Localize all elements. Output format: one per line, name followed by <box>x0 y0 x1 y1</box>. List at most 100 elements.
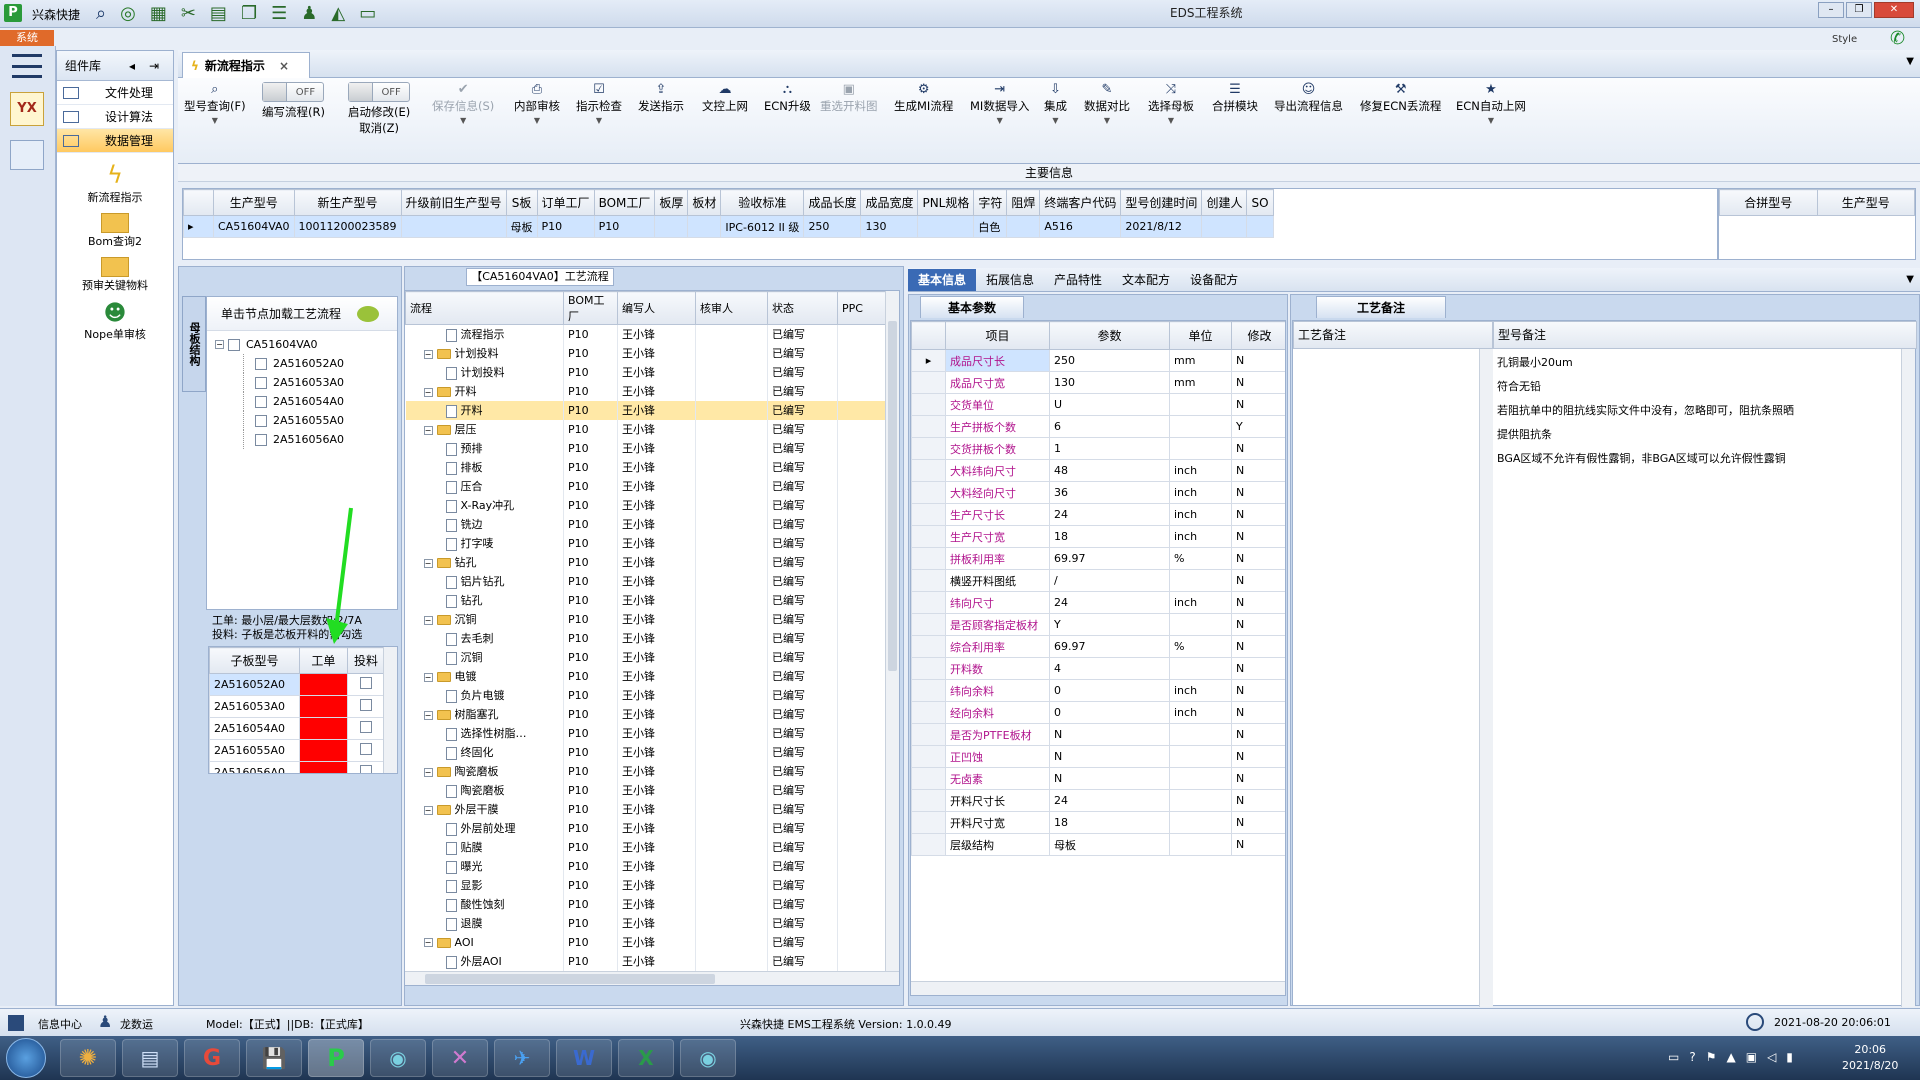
main-info-col-header[interactable]: 终端客户代码 <box>1039 189 1122 216</box>
taskbar-app-notes[interactable]: ▤ <box>122 1039 178 1077</box>
phone-icon[interactable]: ✆ <box>1890 28 1905 49</box>
chart-icon[interactable]: ◭ <box>331 3 345 24</box>
globe-icon[interactable]: ◎ <box>120 3 136 24</box>
flow-reviewer-cell[interactable] <box>695 381 768 401</box>
row-indicator[interactable] <box>911 833 946 856</box>
flow-writer-cell[interactable]: 王小锋 <box>617 951 696 971</box>
param-value-cell[interactable]: 0 <box>1049 679 1170 702</box>
flow-status-cell[interactable]: 已编写 <box>767 609 838 629</box>
flow-name-cell[interactable]: 计划投料 <box>405 362 564 382</box>
param-modify-cell[interactable]: N <box>1231 723 1285 746</box>
param-value-cell[interactable]: / <box>1049 569 1170 592</box>
flow-row[interactable]: 铣边 P10 王小锋 已编写 <box>405 514 888 534</box>
data-compare-button[interactable]: ✎ 数据对比 ▼ <box>1084 82 1130 125</box>
main-info-cell[interactable]: A516 <box>1039 215 1122 238</box>
param-row[interactable]: 横竖开料图纸 / N <box>911 569 1285 592</box>
flow-reviewer-cell[interactable] <box>695 761 768 781</box>
network-icon[interactable]: ▣ <box>1746 1050 1757 1064</box>
param-row[interactable]: 纬向尺寸 24 inch N <box>911 591 1285 614</box>
flow-row[interactable]: 沉铜 P10 王小锋 已编写 <box>405 647 888 667</box>
flow-reviewer-cell[interactable] <box>695 685 768 705</box>
flow-status-cell[interactable]: 已编写 <box>767 685 838 705</box>
flow-ppc-cell[interactable] <box>837 628 888 648</box>
flow-reviewer-cell[interactable] <box>695 362 768 382</box>
main-info-cell[interactable]: P10 <box>593 215 656 238</box>
flow-writer-cell[interactable]: 王小锋 <box>617 685 696 705</box>
flow-col-header[interactable]: PPC <box>837 291 888 325</box>
scroll-thumb[interactable] <box>425 974 715 984</box>
flow-row[interactable]: 退膜 P10 王小锋 已编写 <box>405 913 888 933</box>
flow-reviewer-cell[interactable] <box>695 932 768 952</box>
row-indicator[interactable] <box>911 701 946 724</box>
list-icon[interactable]: ☰ <box>271 3 287 24</box>
flow-reviewer-cell[interactable] <box>695 457 768 477</box>
flow-writer-cell[interactable]: 王小锋 <box>617 723 696 743</box>
flow-status-cell[interactable]: 已编写 <box>767 932 838 952</box>
main-info-cell[interactable] <box>1201 215 1248 238</box>
flow-bom-cell[interactable]: P10 <box>563 362 618 382</box>
flow-name-cell[interactable]: 贴膜 <box>405 837 564 857</box>
flow-name-cell[interactable]: − 沉铜 <box>405 609 564 629</box>
row-indicator[interactable] <box>911 481 946 504</box>
tool-key-material[interactable]: 预审关键物料 <box>57 257 173 293</box>
flow-row[interactable]: 计划投料 P10 王小锋 已编写 <box>405 362 888 382</box>
table-row[interactable]: 2A516053A0 <box>209 695 386 718</box>
flow-row[interactable]: − 沉铜 P10 王小锋 已编写 <box>405 609 888 629</box>
internal-review-button[interactable]: ⎙ 内部审核 ▼ <box>514 82 560 125</box>
flow-writer-cell[interactable]: 王小锋 <box>617 780 696 800</box>
film-icon[interactable]: ▤ <box>210 3 227 24</box>
main-info-cell[interactable]: 10011200023589 <box>293 215 402 238</box>
copy-icon[interactable]: ❐ <box>241 3 257 24</box>
param-row[interactable]: 是否为PTFE板材 N N <box>911 723 1285 746</box>
main-info-col-header[interactable]: 型号创建时间 <box>1120 189 1203 216</box>
work-order-cell[interactable] <box>298 673 348 696</box>
tool-new-flow[interactable]: ϟ 新流程指示 <box>57 161 173 205</box>
flow-ppc-cell[interactable] <box>837 894 888 914</box>
flow-row[interactable]: 外层前处理 P10 王小锋 已编写 <box>405 818 888 838</box>
flow-status-cell[interactable]: 已编写 <box>767 875 838 895</box>
tray-expand-icon[interactable]: ▲ <box>1726 1050 1735 1064</box>
flow-bom-cell[interactable]: P10 <box>563 552 618 572</box>
row-indicator[interactable] <box>911 371 946 394</box>
flow-writer-cell[interactable]: 王小锋 <box>617 799 696 819</box>
flow-ppc-cell[interactable] <box>837 647 888 667</box>
flow-row[interactable]: 贴膜 P10 王小锋 已编写 <box>405 837 888 857</box>
main-info-cell[interactable]: 白色 <box>973 215 1008 238</box>
tab-process-notes[interactable]: 工艺备注 <box>1316 296 1446 318</box>
flow-name-cell[interactable]: 去毛刺 <box>405 628 564 648</box>
sub-board-model-cell[interactable]: 2A516052A0 <box>209 673 300 696</box>
flow-reviewer-cell[interactable] <box>695 837 768 857</box>
flow-ppc-cell[interactable] <box>837 666 888 686</box>
flow-status-cell[interactable]: 已编写 <box>767 951 838 971</box>
sub-board-model-cell[interactable]: 2A516054A0 <box>209 717 300 740</box>
flow-bom-cell[interactable]: P10 <box>563 628 618 648</box>
param-value-cell[interactable]: 250 <box>1049 349 1170 372</box>
flow-writer-cell[interactable]: 王小锋 <box>617 894 696 914</box>
param-modify-cell[interactable]: N <box>1231 459 1285 482</box>
row-indicator[interactable] <box>911 723 946 746</box>
flow-row[interactable]: − 钻孔 P10 王小锋 已编写 <box>405 552 888 572</box>
row-indicator[interactable] <box>911 525 946 548</box>
param-modify-cell[interactable]: N <box>1231 789 1285 812</box>
flow-name-cell[interactable]: − 陶瓷磨板 <box>405 761 564 781</box>
param-row[interactable]: 无卤素 N N <box>911 767 1285 790</box>
flow-row[interactable]: 排板 P10 王小锋 已编写 <box>405 457 888 477</box>
flow-status-cell[interactable]: 已编写 <box>767 476 838 496</box>
param-value-cell[interactable]: 24 <box>1049 591 1170 614</box>
taskbar-app-save[interactable]: 💾 <box>246 1039 302 1077</box>
flow-status-cell[interactable]: 已编写 <box>767 495 838 515</box>
param-row[interactable]: 层级结构 母板 N <box>911 833 1285 856</box>
flow-name-cell[interactable]: X-Ray冲孔 <box>405 495 564 515</box>
flow-writer-cell[interactable]: 王小锋 <box>617 438 696 458</box>
sub-board-model-cell[interactable]: 2A516056A0 <box>209 761 300 773</box>
param-value-cell[interactable]: 130 <box>1049 371 1170 394</box>
work-order-cell[interactable] <box>298 717 348 740</box>
flow-row[interactable]: 预排 P10 王小锋 已编写 <box>405 438 888 458</box>
sub-board-model-cell[interactable]: 2A516055A0 <box>209 739 300 762</box>
horizontal-scrollbar[interactable] <box>911 981 1285 995</box>
main-info-cell[interactable] <box>1006 215 1041 238</box>
param-row[interactable]: 综合利用率 69.97% N <box>911 635 1285 658</box>
flow-name-cell[interactable]: 退膜 <box>405 913 564 933</box>
main-info-col-header[interactable]: 板厚 <box>654 189 689 216</box>
flow-status-cell[interactable]: 已编写 <box>767 704 838 724</box>
